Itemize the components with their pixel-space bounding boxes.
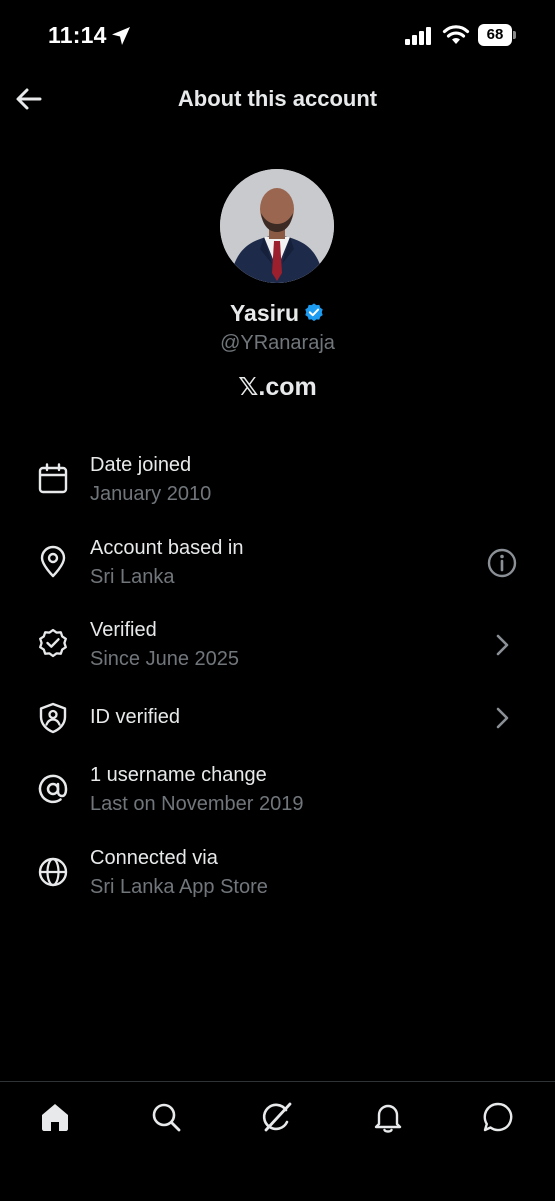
grok-icon[interactable] (260, 1100, 294, 1134)
battery-icon: 68 (478, 24, 512, 46)
display-name: Yasiru (229, 300, 300, 326)
calendar-icon (36, 462, 70, 496)
detail-subtitle: Last on November 2019 (90, 793, 304, 815)
handle: @YRanaraja (220, 332, 335, 354)
detail-title: ID verified (90, 706, 181, 728)
detail-verified[interactable]: Verified Since June 2025 (0, 615, 555, 675)
detail-title: Account based in (90, 537, 244, 559)
signal-icon (404, 26, 434, 46)
shield-person-icon (36, 701, 70, 735)
chevron-right-icon[interactable] (486, 702, 518, 734)
detail-username-change: 1 username change Last on November 2019 (0, 760, 555, 820)
verified-badge-icon[interactable] (303, 302, 325, 324)
avatar[interactable] (220, 169, 334, 283)
detail-connected-via: Connected via Sri Lanka App Store (0, 843, 555, 903)
at-sign-icon (36, 772, 70, 806)
detail-subtitle: Since June 2025 (90, 648, 240, 670)
status-time: 11:14 (48, 22, 107, 48)
detail-subtitle: January 2010 (90, 483, 212, 505)
detail-title: Connected via (90, 847, 218, 869)
wifi-icon (442, 24, 470, 46)
location-arrow-icon (110, 25, 132, 47)
location-pin-icon (36, 545, 70, 579)
detail-subtitle: Sri Lanka (90, 566, 175, 588)
page-title: About this account (177, 86, 378, 111)
detail-title: Verified (90, 619, 157, 641)
detail-date-joined: Date joined January 2010 (0, 450, 555, 510)
globe-icon (36, 855, 70, 889)
chevron-right-icon[interactable] (486, 629, 518, 661)
status-bar: 11:14 68 (0, 0, 555, 70)
display-name-row: Yasiru (0, 300, 555, 327)
detail-title: Date joined (90, 454, 192, 476)
search-icon[interactable] (149, 1100, 183, 1134)
home-icon[interactable] (38, 1100, 72, 1134)
affiliate-link[interactable]: 𝕏.com (0, 372, 555, 402)
verified-check-icon (36, 627, 70, 661)
detail-subtitle: Sri Lanka App Store (90, 876, 268, 898)
header: About this account (0, 70, 555, 128)
messages-icon[interactable] (481, 1100, 515, 1134)
detail-account-based-in: Account based in Sri Lanka (0, 533, 555, 593)
detail-title: 1 username change (90, 764, 267, 786)
detail-id-verified[interactable]: ID verified (0, 698, 555, 738)
bottom-nav (0, 1081, 555, 1201)
battery-tip (513, 31, 516, 39)
info-icon[interactable] (486, 547, 518, 579)
notifications-icon[interactable] (371, 1100, 405, 1134)
